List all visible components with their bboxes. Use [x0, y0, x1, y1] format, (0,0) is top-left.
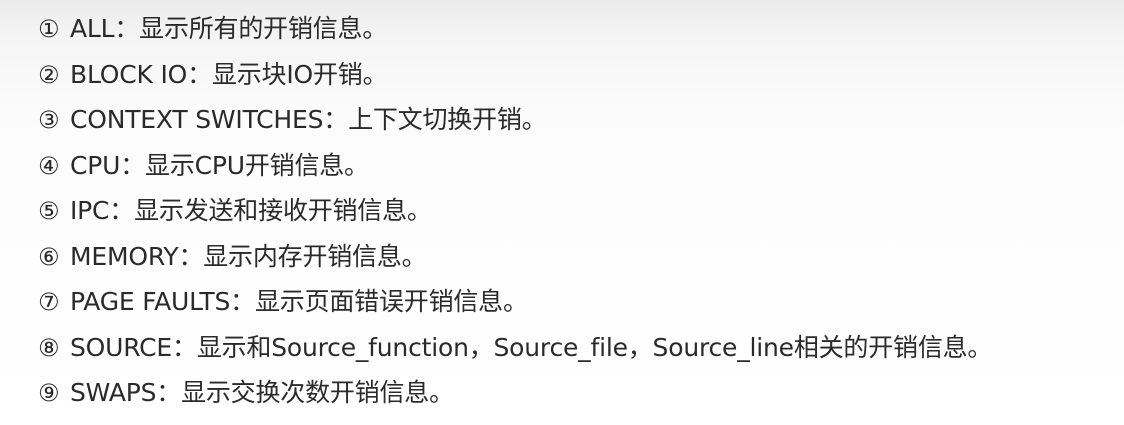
item-number: ③ [38, 106, 60, 134]
item-text: CONTEXT SWITCHES：上下文切换开销。 [70, 105, 547, 134]
item-number: ④ [38, 151, 60, 180]
item-number: ⑦ [38, 288, 60, 316]
item-text: CPU：显示CPU开销信息。 [70, 150, 369, 180]
list-item: ④ CPU：显示CPU开销信息。 [38, 143, 1108, 189]
item-number: ② [38, 60, 60, 89]
item-text: SWAPS：显示交换次数开销信息。 [70, 378, 454, 407]
item-text: PAGE FAULTS：显示页面错误开销信息。 [70, 287, 528, 316]
item-text: BLOCK IO：显示块IO开销。 [70, 59, 388, 89]
list-item: ⑥ MEMORY：显示内存开销信息。 [38, 234, 1108, 280]
list-item: ⑤ IPC：显示发送和接收开销信息。 [38, 188, 1108, 234]
item-text: SOURCE：显示和Source_function，Source_file，So… [70, 332, 993, 362]
list-item: ① ALL：显示所有的开销信息。 [38, 6, 1108, 52]
list-item: ⑧ SOURCE：显示和Source_function，Source_file，S… [38, 325, 1108, 371]
item-number: ① [38, 15, 60, 43]
item-text: IPC：显示发送和接收开销信息。 [70, 196, 432, 225]
list-item: ⑨ SWAPS：显示交换次数开销信息。 [38, 370, 1108, 416]
list-item: ⑦ PAGE FAULTS：显示页面错误开销信息。 [38, 279, 1108, 325]
item-number: ⑧ [38, 333, 60, 362]
list-item: ② BLOCK IO：显示块IO开销。 [38, 52, 1108, 98]
list-item: ③ CONTEXT SWITCHES：上下文切换开销。 [38, 97, 1108, 143]
item-number: ⑤ [38, 197, 60, 225]
item-text: ALL：显示所有的开销信息。 [70, 14, 388, 43]
item-text: MEMORY：显示内存开销信息。 [70, 241, 427, 271]
option-list: ① ALL：显示所有的开销信息。 ② BLOCK IO：显示块IO开销。 ③ CONT… [38, 6, 1108, 416]
item-number: ⑥ [38, 242, 60, 271]
item-number: ⑨ [38, 379, 60, 407]
